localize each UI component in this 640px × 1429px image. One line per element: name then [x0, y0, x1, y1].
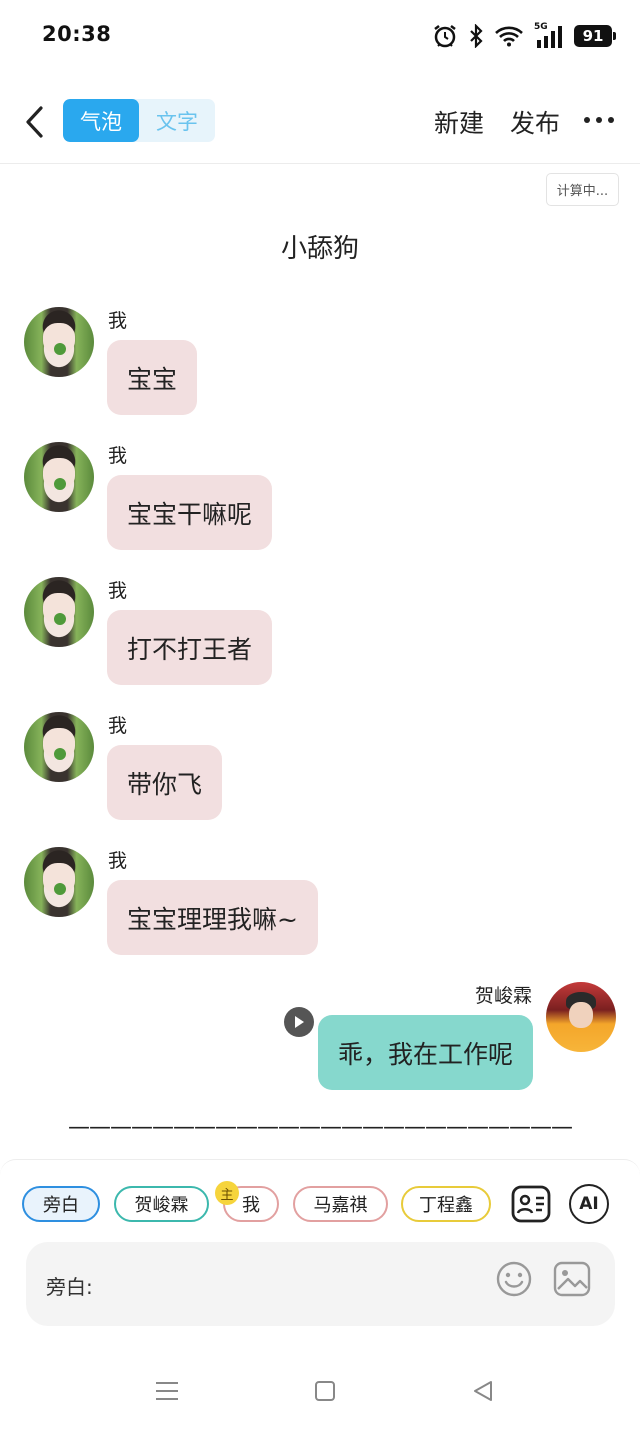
play-icon	[295, 1016, 304, 1028]
avatar[interactable]	[24, 847, 94, 917]
role-chip-narrator[interactable]: 旁白	[22, 1186, 100, 1222]
smiley-icon	[496, 1261, 532, 1297]
menu-icon[interactable]	[152, 1376, 182, 1406]
alarm-icon	[432, 23, 458, 49]
more-icon[interactable]	[584, 108, 614, 132]
chat-title: 小舔狗	[280, 234, 359, 264]
avatar[interactable]	[24, 577, 94, 647]
message-input[interactable]: 旁白:	[26, 1242, 615, 1326]
status-time: 20:38	[42, 22, 112, 46]
message-sender: 我	[108, 715, 128, 737]
home-icon[interactable]	[310, 1376, 340, 1406]
message-sender: 我	[108, 850, 128, 872]
role-chip-ma[interactable]: 马嘉祺	[293, 1186, 388, 1222]
play-voice-button[interactable]	[284, 1007, 314, 1037]
contact-card-button[interactable]	[511, 1184, 551, 1224]
back-triangle-icon[interactable]	[468, 1376, 498, 1406]
composer-panel: 旁白 贺峻霖 我 主 马嘉祺 丁程鑫 AI 旁白:	[0, 1159, 640, 1349]
message-bubble[interactable]: 带你飞	[107, 745, 223, 820]
tab-bubble[interactable]: 气泡	[63, 99, 139, 142]
avatar[interactable]	[24, 307, 94, 377]
message-bubble[interactable]: 宝宝干嘛呢	[107, 475, 273, 550]
main-role-badge: 主	[215, 1181, 239, 1205]
new-button[interactable]: 新建	[434, 104, 484, 140]
message-sender: 我	[108, 580, 128, 602]
message-bubble[interactable]: 乖，我在工作呢	[317, 1015, 533, 1090]
message-bubble[interactable]: 宝宝理理我嘛~	[107, 880, 318, 955]
back-button[interactable]	[16, 102, 52, 142]
tab-text[interactable]: 文字	[139, 99, 215, 142]
avatar[interactable]	[24, 712, 94, 782]
chat-end-separator: ————————————————————————	[68, 1115, 573, 1140]
publish-button[interactable]: 发布	[510, 104, 560, 140]
image-icon	[553, 1261, 591, 1297]
top-nav-bar: 气泡 文字 新建 发布	[0, 80, 640, 164]
message-bubble[interactable]: 打不打王者	[107, 610, 273, 685]
role-chip-ding[interactable]: 丁程鑫	[401, 1186, 491, 1222]
input-role-label: 旁白:	[46, 1275, 93, 1299]
status-icons: 5G 91	[432, 22, 616, 50]
mode-tabs: 气泡 文字	[63, 99, 215, 142]
message-sender: 贺峻霖	[474, 985, 532, 1007]
avatar[interactable]	[24, 442, 94, 512]
cellular-signal-icon: 5G	[534, 22, 564, 48]
bluetooth-icon	[468, 24, 484, 48]
contact-card-icon	[511, 1185, 551, 1223]
system-nav-bar	[0, 1352, 640, 1429]
calculating-badge: 计算中...	[546, 173, 619, 206]
message-sender: 我	[108, 310, 128, 332]
message-bubble[interactable]: 宝宝	[107, 340, 198, 415]
avatar[interactable]	[546, 982, 616, 1052]
message-sender: 我	[108, 445, 128, 467]
role-chip-he[interactable]: 贺峻霖	[114, 1186, 209, 1222]
ai-button[interactable]: AI	[569, 1184, 609, 1224]
battery-indicator: 91	[574, 25, 616, 47]
wifi-icon	[494, 25, 524, 47]
emoji-button[interactable]	[495, 1260, 533, 1298]
image-button[interactable]	[553, 1260, 591, 1298]
status-bar: 20:38 5G 91	[0, 0, 640, 72]
chevron-left-icon	[26, 106, 43, 138]
